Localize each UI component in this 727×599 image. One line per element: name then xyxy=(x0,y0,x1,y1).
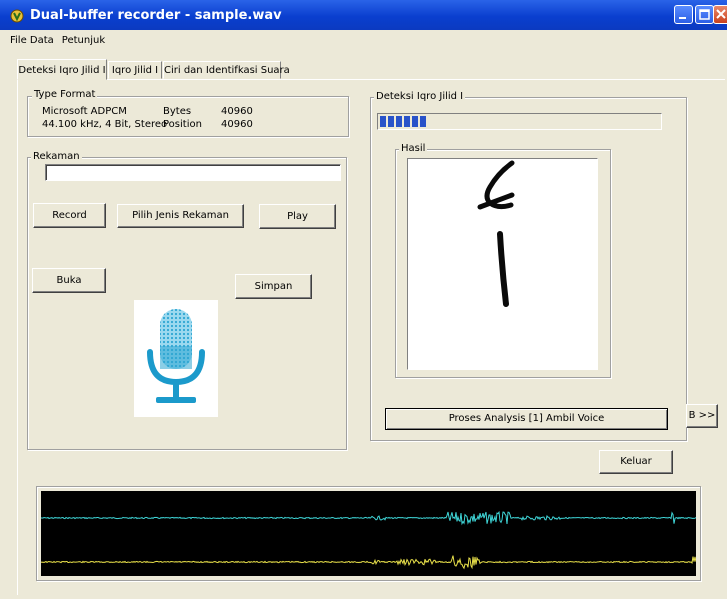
window-title: Dual-buffer recorder - sample.wav xyxy=(30,8,282,23)
b-next-button[interactable]: B >> xyxy=(686,404,718,428)
progress-block xyxy=(412,116,418,127)
tab-ciri-identifikasi[interactable]: Ciri dan Identifkasi Suara xyxy=(163,61,290,79)
tab-page-border xyxy=(17,80,18,595)
hasil-image xyxy=(407,158,598,370)
minimize-button[interactable] xyxy=(674,5,693,24)
microphone-icon xyxy=(147,309,205,403)
minimize-icon xyxy=(679,17,686,19)
menu-file-data[interactable]: File Data xyxy=(6,33,58,48)
format-name: Microsoft ADPCM xyxy=(42,106,127,117)
record-button[interactable]: Record xyxy=(33,203,106,228)
position-value: 40960 xyxy=(221,119,253,130)
tab-deteksi-iqro[interactable]: Deteksi Iqro Jilid I xyxy=(17,59,107,80)
waveform-channel-right xyxy=(40,555,697,570)
tab-label: Deteksi Iqro Jilid I xyxy=(18,65,106,76)
progress-block xyxy=(404,116,410,127)
position-label: Position xyxy=(163,119,202,130)
rekaman-label: Rekaman xyxy=(31,151,82,163)
maximize-icon xyxy=(699,9,710,20)
menu-bar: File Data Petunjuk xyxy=(6,33,109,48)
menu-petunjuk[interactable]: Petunjuk xyxy=(58,33,109,48)
hasil-label: Hasil xyxy=(399,143,428,155)
waveform-channel-left xyxy=(41,510,697,526)
bytes-label: Bytes xyxy=(163,106,192,117)
format-detail: 44.100 kHz, 4 Bit, Stereo xyxy=(42,119,168,130)
progress-block xyxy=(380,116,386,127)
b-next-label: B >> xyxy=(688,410,716,421)
microphone-image xyxy=(134,300,218,417)
simpan-button[interactable]: Simpan xyxy=(235,274,312,299)
progress-block xyxy=(396,116,402,127)
simpan-button-label: Simpan xyxy=(254,281,293,292)
keluar-button[interactable]: Keluar xyxy=(599,450,673,474)
record-button-label: Record xyxy=(52,210,87,221)
play-button-label: Play xyxy=(287,211,308,222)
proses-analysis-button[interactable]: Proses Analysis [1] Ambil Voice xyxy=(385,408,668,430)
tab-label: Ciri dan Identifkasi Suara xyxy=(164,65,290,76)
deteksi-progress-bar xyxy=(377,113,662,130)
pilih-button-label: Pilih Jenis Rekaman xyxy=(132,210,229,221)
tab-iqro-jilid[interactable]: Iqro Jilid I xyxy=(108,61,162,79)
maximize-button[interactable] xyxy=(695,5,714,24)
rekaman-field[interactable] xyxy=(45,164,341,181)
type-format-label: Type Format xyxy=(32,89,98,101)
play-button[interactable]: Play xyxy=(259,204,336,229)
buka-button-label: Buka xyxy=(56,275,82,286)
close-button[interactable] xyxy=(713,5,727,24)
hijaiyah-letter-image xyxy=(408,159,597,369)
keluar-button-label: Keluar xyxy=(620,456,652,467)
progress-block xyxy=(388,116,394,127)
tab-strip-line xyxy=(17,79,725,80)
progress-block xyxy=(420,116,426,127)
buka-button[interactable]: Buka xyxy=(32,268,106,293)
bytes-value: 40960 xyxy=(221,106,253,117)
proses-button-label: Proses Analysis [1] Ambil Voice xyxy=(448,413,605,424)
pilih-jenis-rekaman-button[interactable]: Pilih Jenis Rekaman xyxy=(117,204,244,228)
deteksi-label: Deteksi Iqro Jilid I xyxy=(374,91,466,103)
app-icon xyxy=(10,9,24,23)
close-icon xyxy=(716,9,726,19)
waveform-display xyxy=(40,491,697,576)
tab-label: Iqro Jilid I xyxy=(111,65,159,76)
